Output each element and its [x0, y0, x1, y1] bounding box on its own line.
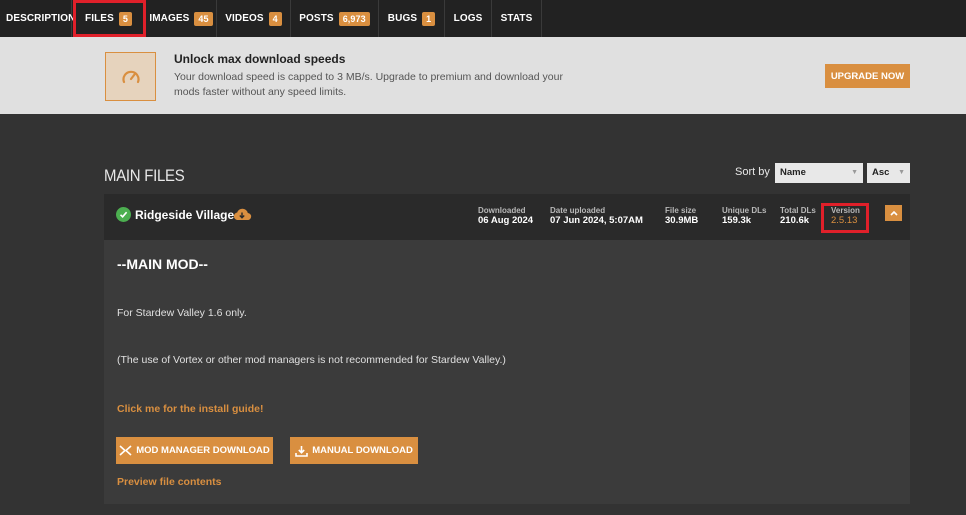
promo-title: Unlock max download speeds — [174, 52, 346, 66]
tab-images-count-badge: 45 — [194, 11, 213, 26]
tab-bugs-label: BUGS — [387, 13, 418, 24]
tab-images-label: IMAGES — [149, 13, 190, 24]
stat-file-size: File size 30.9MB — [665, 206, 698, 226]
main-files-heading: MAIN FILES — [104, 166, 185, 185]
stat-unique-dls: Unique DLs 159.3k — [722, 206, 766, 226]
install-guide-link[interactable]: Click me for the install guide! — [117, 403, 263, 415]
collapse-button[interactable] — [885, 205, 902, 221]
sort-by-value: Name — [780, 167, 806, 178]
tab-logs[interactable]: LOGS — [445, 0, 492, 37]
tab-files-highlight-box — [73, 0, 146, 37]
cloud-download-icon — [232, 207, 252, 226]
mod-manager-download-button[interactable]: MOD MANAGER DOWNLOAD — [116, 437, 273, 464]
stat-total-dls-value: 210.6k — [780, 215, 810, 226]
tab-videos-count-badge: 4 — [268, 11, 282, 26]
stat-unique-dls-label: Unique DLs — [722, 206, 767, 215]
tab-posts-count-badge: 6,973 — [338, 11, 370, 26]
mod-manager-download-label: MOD MANAGER DOWNLOAD — [136, 445, 270, 456]
sort-order-value: Asc — [872, 167, 890, 178]
sort-order-select[interactable]: Asc ▼ — [867, 163, 910, 183]
tab-images[interactable]: IMAGES 45 — [146, 0, 217, 37]
stat-date-uploaded: Date uploaded 07 Jun 2024, 5:07AM — [550, 206, 643, 226]
tab-bar: DESCRIPTION FILES 5 IMAGES 45 VIDEOS 4 P… — [0, 0, 966, 37]
stat-downloaded-label: Downloaded — [478, 206, 526, 215]
tab-logs-label: LOGS — [453, 13, 483, 24]
stat-downloaded: Downloaded 06 Aug 2024 — [478, 206, 533, 226]
tab-stats[interactable]: STATS — [492, 0, 542, 37]
stat-total-dls-label: Total DLs — [780, 206, 816, 215]
sort-by-label: Sort by — [735, 166, 770, 178]
stat-file-size-value: 30.9MB — [665, 215, 699, 226]
chevron-up-icon — [889, 210, 898, 216]
stat-date-uploaded-value: 07 Jun 2024, 5:07AM — [550, 215, 643, 226]
stat-total-dls: Total DLs 210.6k — [780, 206, 816, 226]
tab-bugs-count-badge: 1 — [422, 11, 436, 26]
description-line-2: (The use of Vortex or other mod managers… — [117, 354, 506, 366]
tab-posts-label: POSTS — [299, 13, 334, 24]
tab-posts[interactable]: POSTS 6,973 — [291, 0, 379, 37]
download-icon — [295, 445, 308, 457]
file-name: Ridgeside Village — [135, 208, 235, 222]
mod-manager-icon — [119, 445, 132, 456]
upgrade-now-button[interactable]: UPGRADE NOW — [825, 64, 910, 88]
sort-by-select[interactable]: Name ▼ — [775, 163, 863, 183]
stat-file-size-label: File size — [665, 206, 697, 215]
check-circle-icon — [116, 207, 131, 222]
chevron-down-icon: ▼ — [898, 169, 905, 176]
tab-description-label: DESCRIPTION — [6, 13, 76, 24]
tab-description[interactable]: DESCRIPTION — [0, 0, 76, 37]
tab-videos-label: VIDEOS — [225, 13, 264, 24]
speedometer-icon — [105, 52, 156, 101]
manual-download-button[interactable]: MANUAL DOWNLOAD — [290, 437, 418, 464]
promo-text: Your download speed is capped to 3 MB/s.… — [174, 71, 563, 98]
stat-downloaded-value: 06 Aug 2024 — [478, 215, 534, 226]
tab-bugs[interactable]: BUGS 1 — [379, 0, 445, 37]
tab-stats-label: STATS — [500, 13, 533, 24]
preview-file-contents-link[interactable]: Preview file contents — [117, 476, 221, 488]
manual-download-label: MANUAL DOWNLOAD — [312, 445, 413, 456]
version-highlight-box — [821, 203, 869, 233]
stat-date-uploaded-label: Date uploaded — [550, 206, 606, 215]
tab-files[interactable]: FILES 5 — [72, 0, 146, 37]
mod-heading: --MAIN MOD-- — [117, 256, 208, 272]
description-line-1: For Stardew Valley 1.6 only. — [117, 307, 247, 319]
chevron-down-icon: ▼ — [851, 169, 858, 176]
stat-unique-dls-value: 159.3k — [722, 215, 752, 226]
tab-videos[interactable]: VIDEOS 4 — [217, 0, 291, 37]
